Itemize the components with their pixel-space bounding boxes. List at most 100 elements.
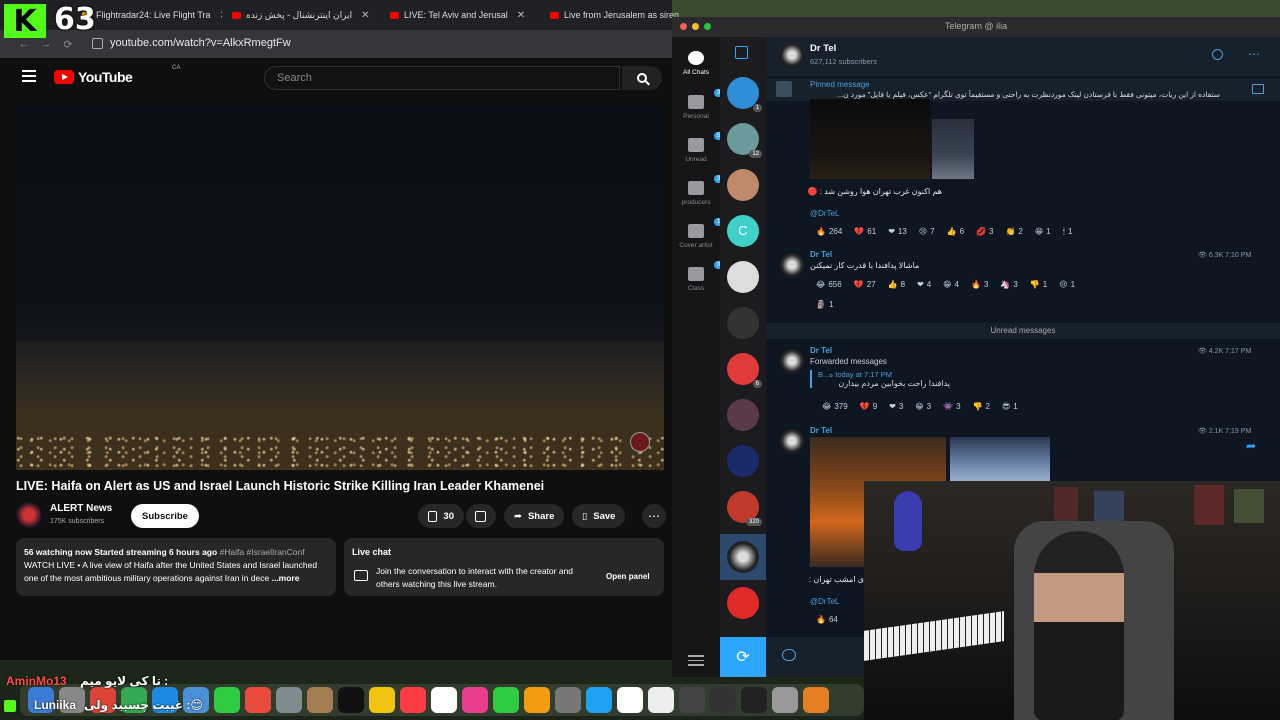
app-icon[interactable]: [741, 687, 767, 713]
description-more-link[interactable]: ...more: [272, 573, 300, 583]
description-tags[interactable]: #Haifa #IsraelIranConf: [220, 547, 305, 557]
reaction-chip[interactable]: 😎 1: [1002, 402, 1018, 411]
chat-item[interactable]: C: [727, 215, 759, 247]
reaction-chip[interactable]: 👾 3: [943, 402, 960, 411]
app-icon[interactable]: [276, 687, 302, 713]
chat-item[interactable]: [727, 445, 759, 477]
folder-personal[interactable]: 395 Personal: [672, 89, 731, 120]
comment-icon[interactable]: [782, 649, 796, 661]
reaction-chip[interactable]: ❤ 4: [917, 280, 931, 289]
app-icon[interactable]: [245, 687, 271, 713]
youtube-logo[interactable]: YouTube CA: [54, 65, 180, 85]
reaction-chip[interactable]: 🔥 264: [816, 227, 842, 237]
settings-icon[interactable]: [555, 687, 581, 713]
pages-icon[interactable]: [524, 687, 550, 713]
numbers-icon[interactable]: [493, 687, 519, 713]
chat-item[interactable]: 6: [727, 353, 762, 388]
chat-item[interactable]: [727, 307, 759, 339]
folder-unread[interactable]: 528 Unread: [672, 132, 731, 163]
sender-name[interactable]: Dr Tel: [810, 426, 832, 435]
open-panel-button[interactable]: Open panel: [606, 572, 650, 581]
dislike-button[interactable]: [466, 504, 496, 528]
app-icon[interactable]: [710, 687, 736, 713]
tab-telaviv[interactable]: LIVE: Tel Aviv and Jerusal ✕: [390, 4, 540, 26]
notion-icon[interactable]: [617, 687, 643, 713]
save-button[interactable]: ▯ Save: [572, 504, 626, 528]
reaction-chip[interactable]: 😁 4: [943, 280, 959, 289]
reload-icon[interactable]: ⟳: [56, 38, 80, 51]
channel-avatar[interactable]: [780, 43, 804, 67]
reaction-chip[interactable]: 😂 379: [822, 402, 848, 411]
reaction-chip[interactable]: 🕯 1: [1063, 227, 1073, 237]
reaction-chip[interactable]: 👍 8: [888, 280, 905, 289]
reaction-chip[interactable]: 👏 2: [1005, 227, 1022, 237]
share-button[interactable]: ➦ Share: [504, 504, 565, 528]
close-icon[interactable]: ✕: [517, 10, 525, 21]
reaction-chip[interactable]: 💔 27: [854, 280, 876, 289]
search-icon[interactable]: [1212, 49, 1223, 60]
app-icon[interactable]: [679, 687, 705, 713]
video-player[interactable]: [16, 106, 664, 470]
reaction-chip[interactable]: 💔 9: [860, 402, 877, 411]
reaction-chip[interactable]: 🦄 3: [1000, 280, 1017, 289]
close-icon[interactable]: ✕: [220, 10, 222, 21]
reaction-chip[interactable]: 😁 3: [915, 402, 931, 411]
pinned-message-bar[interactable]: Pinned message ستفاده از این ربات، میتون…: [766, 77, 1280, 101]
music-icon[interactable]: [400, 687, 426, 713]
menu-icon[interactable]: [22, 70, 36, 82]
pinned-list-icon[interactable]: [1252, 84, 1264, 94]
chat-item[interactable]: 320: [727, 491, 762, 526]
like-button[interactable]: 30: [418, 504, 464, 528]
chat-item[interactable]: [727, 169, 759, 201]
sender-avatar[interactable]: [780, 253, 804, 277]
reaction-chip[interactable]: 💔 61: [854, 227, 876, 237]
app-icon[interactable]: [307, 687, 333, 713]
channel-name[interactable]: Dr Tel: [810, 43, 836, 54]
reaction-chip[interactable]: 👎 1: [1030, 280, 1047, 289]
forward-icon[interactable]: →: [34, 38, 58, 50]
sender-name[interactable]: Dr Tel: [810, 250, 832, 259]
message-link[interactable]: @DrTeL: [810, 597, 839, 606]
tab-flightradar[interactable]: Flightradar24: Live Flight Tra ✕: [82, 4, 222, 26]
reaction-chip[interactable]: 👎 2: [973, 402, 990, 411]
calendar-icon[interactable]: [648, 687, 674, 713]
chat-item[interactable]: [727, 587, 759, 619]
description-box[interactable]: 56 watching now Started streaming 6 hour…: [16, 538, 336, 596]
reaction-chip[interactable]: ❤ 3: [889, 402, 903, 411]
tv-icon[interactable]: [338, 687, 364, 713]
chat-item[interactable]: [727, 399, 759, 431]
app-store-icon[interactable]: [586, 687, 612, 713]
message-photo[interactable]: [810, 99, 930, 179]
back-icon[interactable]: ←: [12, 38, 36, 50]
filter-icon[interactable]: [688, 655, 704, 667]
reaction-chip[interactable]: 🗿 1: [816, 300, 833, 309]
folder-all-chats[interactable]: All Chats: [672, 51, 720, 76]
message-link[interactable]: @DrTeL: [810, 209, 839, 218]
reaction-chip[interactable]: 🔥 3: [971, 280, 988, 289]
more-menu-icon[interactable]: ⋯: [1248, 47, 1261, 61]
message-photo[interactable]: [950, 437, 1050, 481]
more-actions-icon[interactable]: ⋯: [642, 504, 666, 528]
reaction-chip[interactable]: 👍 6: [947, 227, 964, 237]
chat-item[interactable]: [727, 261, 759, 293]
subscribe-button[interactable]: Subscribe: [131, 504, 199, 528]
message-photo[interactable]: [932, 119, 974, 179]
folder-cover-artist[interactable]: 1 Cover artist: [672, 218, 724, 249]
close-icon[interactable]: ✕: [361, 10, 369, 21]
forwarded-quote[interactable]: B...ه today at 7:17 PM پدافندا راحت بخوا…: [810, 370, 950, 388]
app-icon[interactable]: [772, 687, 798, 713]
channel-name[interactable]: ALERT News: [50, 503, 112, 514]
sender-avatar[interactable]: [780, 349, 804, 373]
tab-iranintl[interactable]: ایران اینترنشنال - پخش زنده ✕: [232, 4, 380, 26]
share-icon[interactable]: ➦: [1246, 439, 1256, 453]
reaction-chip[interactable]: ❤ 13: [888, 227, 907, 237]
channel-avatar[interactable]: [16, 502, 42, 528]
reaction-chip[interactable]: 🔥 64: [816, 615, 838, 624]
reaction-chip[interactable]: 😢 7: [919, 227, 935, 237]
reaction-chip[interactable]: 💋 3: [976, 227, 993, 237]
notes-icon[interactable]: [369, 687, 395, 713]
refresh-icon[interactable]: ⟳: [720, 637, 766, 677]
chat-item-dr-tel[interactable]: [727, 541, 759, 573]
chat-item[interactable]: 12: [727, 123, 762, 158]
folder-class[interactable]: 3 Class: [672, 261, 724, 292]
